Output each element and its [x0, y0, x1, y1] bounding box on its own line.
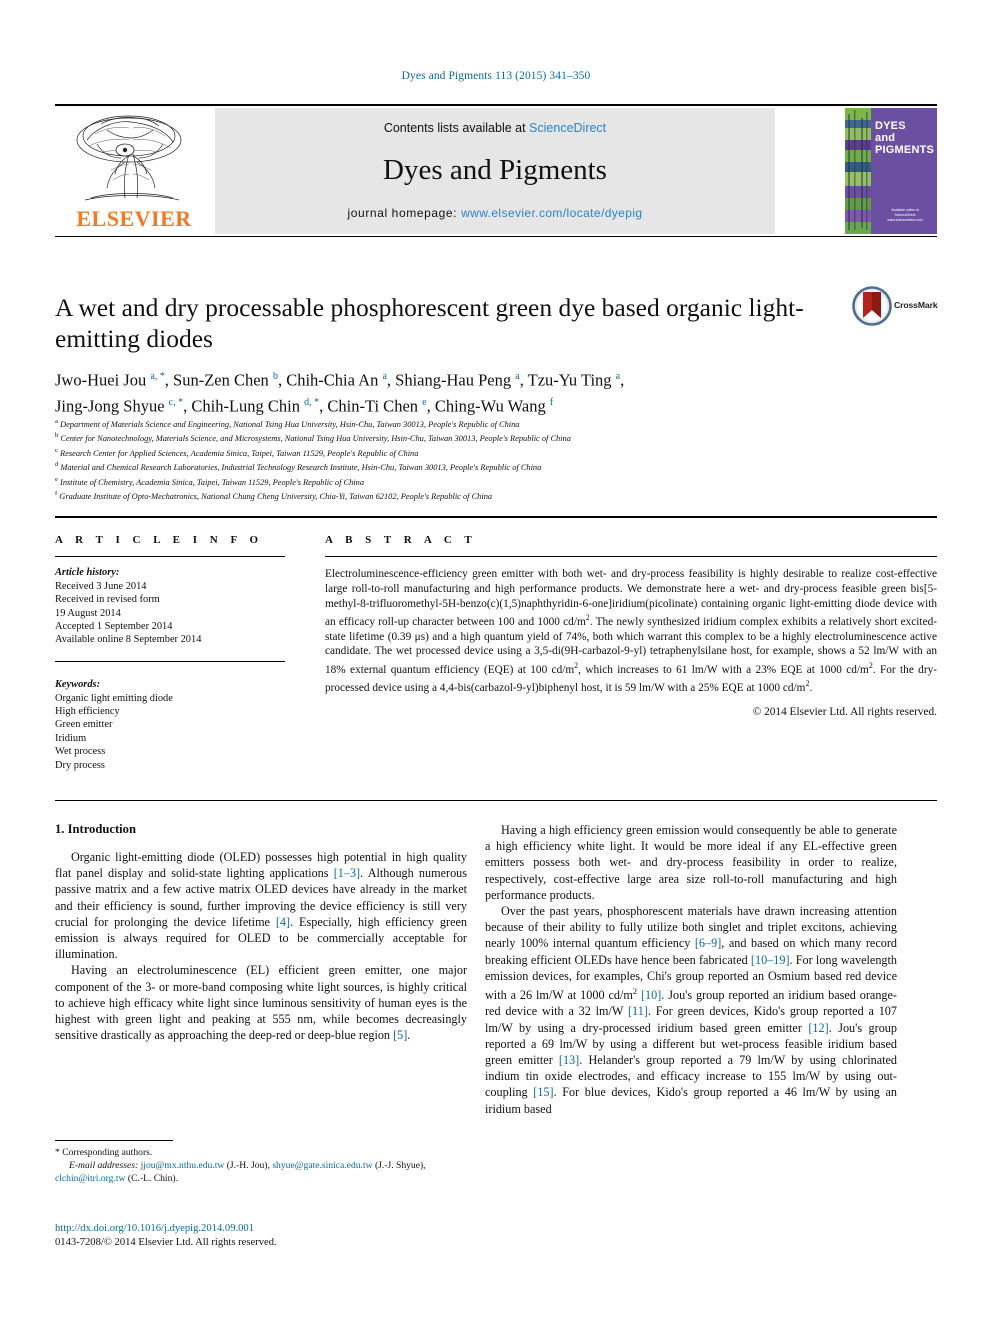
history-item: Accepted 1 September 2014	[55, 621, 173, 633]
citation-link[interactable]: [1–3]	[334, 866, 360, 880]
citation-link[interactable]: [13]	[559, 1053, 579, 1067]
citation-link[interactable]: [15]	[533, 1085, 553, 1099]
journal-homepage-line: journal homepage: www.elsevier.com/locat…	[215, 206, 775, 220]
contents-line: Contents lists available at ScienceDirec…	[215, 121, 775, 135]
email-label: E-mail addresses:	[69, 1160, 139, 1171]
elsevier-logo: ELSEVIER	[55, 108, 213, 234]
intro-paragraph-3: Having a high efficiency green emission …	[485, 823, 897, 902]
section-heading-introduction: 1. Introduction	[55, 822, 136, 836]
keyword-item: Iridium	[55, 732, 87, 744]
email-link-jou[interactable]: jjou@mx.nthu.edu.tw	[141, 1160, 225, 1171]
email-link-shyue[interactable]: shyue@gate.sinica.edu.tw	[272, 1160, 372, 1171]
crossmark-label: CrossMark	[894, 300, 938, 310]
history-item: Received 3 June 2014	[55, 580, 147, 592]
citation-link[interactable]: [10–19]	[751, 953, 790, 967]
citation-link[interactable]: [5]	[393, 1028, 407, 1042]
abstract-heading: A B S T R A C T	[325, 534, 477, 546]
history-item: Available online 8 September 2014	[55, 634, 202, 646]
citation-link[interactable]: [4]	[276, 915, 290, 929]
homepage-link[interactable]: www.elsevier.com/locate/dyepig	[461, 206, 642, 220]
abstract-column: A B S T R A C T Electroluminescence-effi…	[325, 534, 937, 718]
running-head: Dyes and Pigments 113 (2015) 341–350	[401, 70, 591, 82]
affiliation-d: d Material and Chemical Research Laborat…	[55, 461, 542, 472]
citation-link[interactable]: [11]	[628, 1004, 648, 1018]
article-info-heading: A R T I C L E I N F O	[55, 534, 264, 546]
email-line: E-mail addresses: jjou@mx.nthu.edu.tw (J…	[55, 1160, 426, 1184]
elsevier-tree-icon	[67, 110, 197, 206]
keyword-item: Wet process	[55, 746, 106, 758]
keyword-item: Green emitter	[55, 719, 113, 731]
affiliation-f: f Graduate Institute of Opto-Mechatronic…	[55, 489, 493, 501]
affiliation-a: a Department of Materials Science and En…	[55, 418, 520, 429]
sciencedirect-link[interactable]: ScienceDirect	[529, 121, 606, 135]
footnote-rule	[55, 1140, 173, 1141]
intro-paragraph-1: Organic light-emitting diode (OLED) poss…	[55, 850, 467, 962]
crossmark-badge[interactable]: CrossMark	[852, 286, 938, 330]
keyword-list: Keywords: Organic light emitting diode H…	[55, 678, 285, 772]
cover-art-band	[845, 108, 871, 234]
keywords-rule	[55, 660, 285, 663]
abstract-copyright: © 2014 Elsevier Ltd. All rights reserved…	[752, 706, 937, 719]
abstract-text: Electroluminescence-efficiency green emi…	[325, 568, 937, 694]
corresponding-authors-note: * Corresponding authors.	[55, 1147, 153, 1158]
article-info-column: A R T I C L E I N F O Article history: R…	[55, 534, 285, 772]
abstract-rule	[325, 556, 937, 558]
journal-title: Dyes and Pigments	[383, 154, 607, 186]
citation-link[interactable]: [12]	[808, 1021, 828, 1035]
body-left-column: 1. Introduction Organic light-emitting d…	[55, 822, 467, 1043]
asterisk-marker: *	[55, 1147, 60, 1158]
affiliation-e: e Institute of Chemistry, Academia Sinic…	[55, 475, 365, 487]
masthead-top-rule	[55, 104, 937, 107]
elsevier-wordmark: ELSEVIER	[76, 206, 192, 231]
body-right-column: Having a high efficiency green emission …	[485, 822, 897, 1117]
intro-paragraph-4: Over the past years, phosphorescent mate…	[485, 904, 897, 1116]
info-top-rule	[55, 516, 937, 519]
cover-publisher-mark: Available online at ScienceDirect www.scie…	[887, 208, 923, 222]
keyword-item: High efficiency	[55, 706, 120, 718]
journal-cover-thumbnail: DYES and PIGMENTS Available online at Scien…	[845, 108, 937, 234]
doi-block: http://dx.doi.org/10.1016/j.dyepig.2014.…	[55, 1222, 467, 1250]
page-title: A wet and dry processable phosphorescent…	[55, 293, 804, 353]
history-item: Received in revised form	[55, 594, 160, 606]
intro-paragraph-2: Having an electroluminescence (EL) effic…	[55, 963, 467, 1043]
homepage-label: journal homepage:	[347, 206, 462, 220]
affiliation-list: a Department of Materials Science and En…	[55, 416, 885, 502]
issn-copyright: 0143-7208/© 2014 Elsevier Ltd. All right…	[55, 1237, 277, 1248]
masthead-bottom-rule	[55, 236, 937, 237]
article-history: Article history: Received 3 June 2014 Re…	[55, 566, 285, 646]
masthead-banner: Contents lists available at ScienceDirec…	[215, 108, 775, 234]
doi-link[interactable]: http://dx.doi.org/10.1016/j.dyepig.2014.…	[55, 1222, 467, 1236]
email-link-chin[interactable]: clchin@itri.org.tw	[55, 1173, 125, 1184]
history-item: 19 August 2014	[55, 607, 121, 619]
article-info-rule	[55, 556, 285, 558]
footnote-block: * Corresponding authors. E-mail addresse…	[55, 1146, 467, 1185]
keyword-item: Dry process	[55, 759, 105, 771]
body-top-rule	[55, 800, 937, 801]
affiliation-b: b Center for Nanotechnology, Materials S…	[55, 432, 571, 444]
keywords-label: Keywords:	[55, 679, 101, 691]
keyword-item: Organic light emitting diode	[55, 692, 173, 704]
journal-masthead: ELSEVIER Contents lists available at Sci…	[55, 108, 937, 234]
citation-link[interactable]: [10]	[641, 988, 661, 1002]
paper-page: Dyes and Pigments 113 (2015) 341–350 ELS…	[0, 0, 992, 1323]
cover-title: DYES and PIGMENTS	[875, 120, 935, 156]
citation-link[interactable]: [6–9]	[695, 936, 721, 950]
author-list: Jwo-Huei Jou a, *, Sun-Zen Chen b, Chih-…	[55, 370, 625, 416]
affiliation-c: c Research Center for Applied Sciences, …	[55, 446, 419, 458]
contents-prefix: Contents lists available at	[383, 121, 530, 135]
history-label: Article history:	[55, 567, 120, 579]
